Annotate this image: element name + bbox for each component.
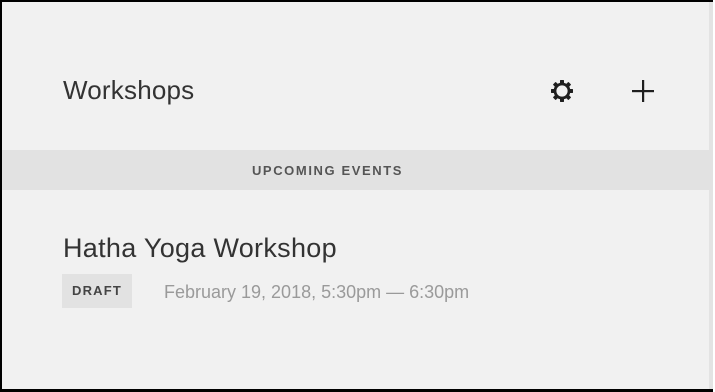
status-badge: DRAFT — [62, 274, 133, 308]
app-window: Workshops UPCOMING EVENTS Hatha Yoga Wor… — [0, 0, 713, 392]
page-title: Workshops — [63, 75, 195, 105]
page-header: Workshops — [2, 2, 713, 150]
settings-button[interactable] — [545, 74, 579, 108]
event-datetime: February 19, 2018, 5:30pm — 6:30pm — [164, 282, 470, 302]
event-list-item[interactable]: Hatha Yoga Workshop DRAFT February 19, 2… — [2, 190, 713, 310]
add-event-button[interactable] — [626, 74, 660, 108]
event-title: Hatha Yoga Workshop — [63, 233, 337, 263]
section-label: UPCOMING EVENTS — [251, 162, 404, 178]
gear-icon — [551, 80, 573, 102]
plus-icon — [632, 80, 654, 102]
section-header: UPCOMING EVENTS — [2, 150, 713, 190]
